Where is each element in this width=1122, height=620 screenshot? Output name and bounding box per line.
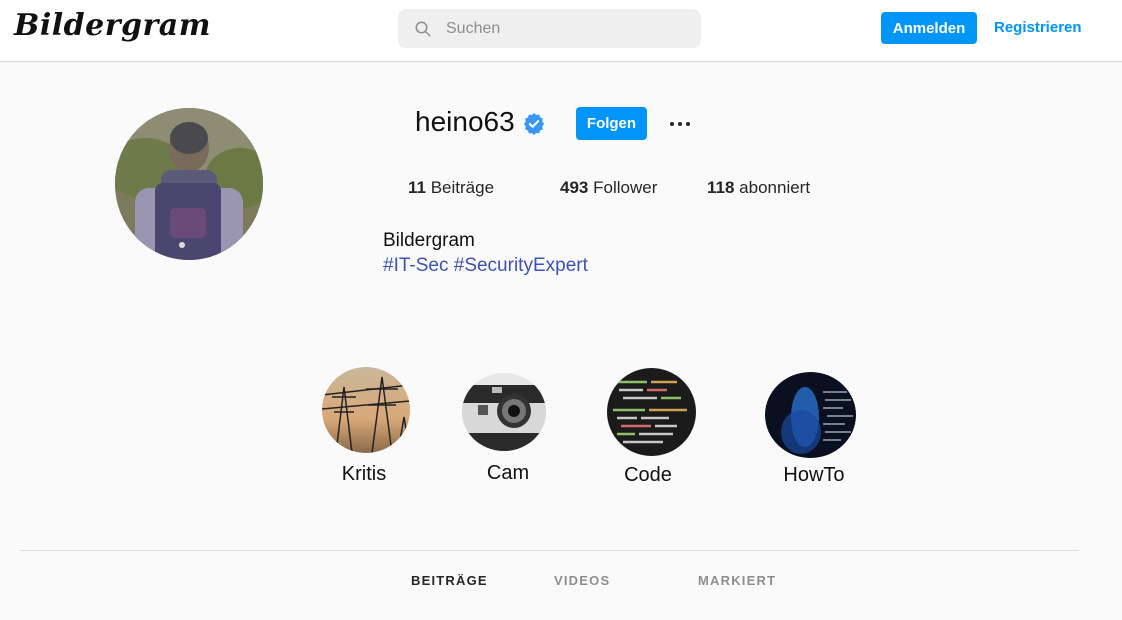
tabs-divider (20, 550, 1079, 551)
follow-button[interactable]: Folgen (576, 107, 647, 140)
stat-posts-label: Beiträge (430, 178, 495, 197)
stat-posts-count: 11 (408, 178, 426, 197)
stat-followers-count: 493 (560, 178, 589, 197)
verified-badge-icon (523, 113, 545, 135)
search-icon (415, 21, 431, 36)
top-bar: Bildergram Anmelden Registrieren (0, 0, 1122, 62)
login-button[interactable]: Anmelden (881, 12, 977, 44)
tab-posts[interactable]: BEITRÄGE (411, 573, 488, 588)
keyboard-light-image[interactable] (765, 372, 856, 458)
dot (686, 122, 690, 126)
code-screen-image[interactable] (607, 368, 696, 456)
bio-hashtags[interactable]: #IT-Sec #SecurityExpert (383, 255, 588, 277)
app-logo[interactable]: Bildergram (14, 8, 211, 43)
tab-tagged[interactable]: MARKIERT (698, 573, 776, 588)
register-link[interactable]: Registrieren (994, 19, 1082, 36)
search-input[interactable] (446, 19, 676, 38)
highlight-label: Kritis (341, 463, 387, 485)
stat-followers-label: Follower (593, 178, 658, 197)
profile-avatar (115, 108, 263, 260)
stat-following-label: abonniert (739, 178, 811, 197)
stat-followers[interactable]: 493 Follower (560, 178, 657, 198)
tab-videos[interactable]: VIDEOS (554, 573, 610, 588)
power-pylon-image[interactable] (322, 367, 410, 453)
dot (678, 122, 682, 126)
more-options-icon[interactable] (663, 110, 697, 138)
bio-name: Bildergram (383, 230, 475, 251)
stat-posts[interactable]: 11 Beiträge (408, 178, 494, 198)
stat-following-count: 118 (707, 178, 735, 197)
highlight-label: Cam (486, 462, 530, 484)
dot (670, 122, 674, 126)
camera-image[interactable] (462, 373, 546, 451)
profile-username: heino63 (415, 106, 515, 137)
search-box[interactable] (398, 9, 701, 48)
stat-following[interactable]: 118 abonniert (707, 178, 810, 198)
highlight-label: Code (624, 464, 672, 486)
highlight-label: HowTo (783, 464, 845, 486)
